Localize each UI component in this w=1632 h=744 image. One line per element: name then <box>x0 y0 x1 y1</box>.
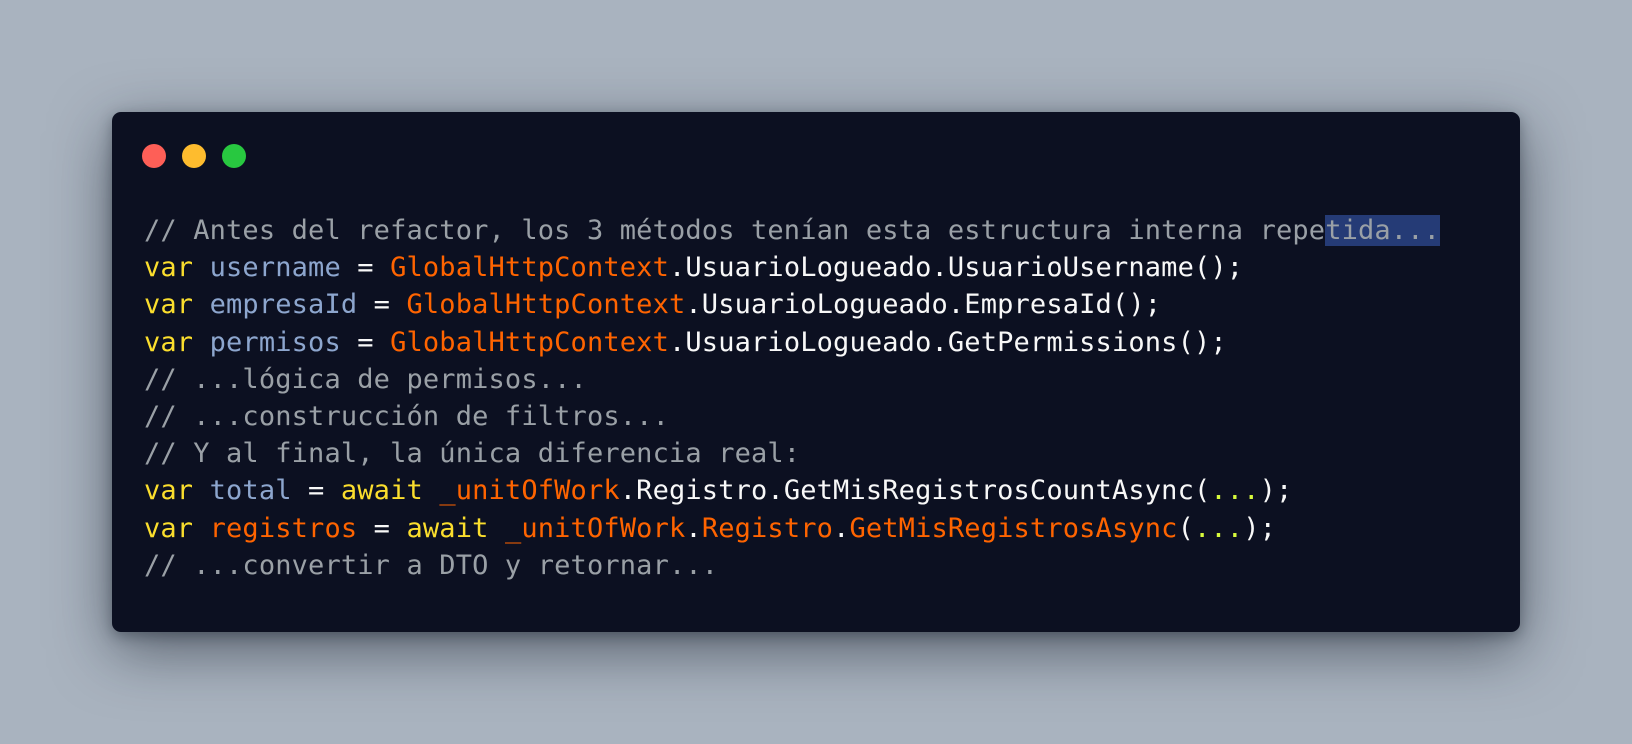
comment-text: // ...convertir a DTO y retornar... <box>144 549 719 581</box>
method-name: GetMisRegistrosAsync <box>849 512 1178 544</box>
code-line-5: // ...lógica de permisos... <box>144 361 1500 398</box>
variable-name: empresaId <box>209 289 358 321</box>
comment-text: // Y al final, la única diferencia real: <box>144 438 801 470</box>
comment-text: // ...lógica de permisos... <box>144 363 587 395</box>
keyword-var: var <box>144 289 194 321</box>
code-line-8: var total = await _unitOfWork.Registro.G… <box>144 472 1500 509</box>
keyword-var: var <box>144 512 194 544</box>
code-line-6: // ...construcción de filtros... <box>144 398 1500 435</box>
keyword-await: await <box>340 475 423 507</box>
comment-text: // Antes del refactor, los 3 métodos ten… <box>144 215 1326 246</box>
variable-name: username <box>209 252 341 284</box>
code-line-2: var username = GlobalHttpContext.Usuario… <box>144 249 1500 286</box>
comment-text: // ...construcción de filtros... <box>144 400 669 432</box>
operator: = <box>340 326 391 358</box>
member-access: .Registro.GetMisRegistrosCountAsync( <box>619 475 1211 507</box>
variable-name: total <box>209 475 292 507</box>
variable-name: permisos <box>209 326 341 358</box>
code-line-1: // Antes del refactor, los 3 métodos ten… <box>144 212 1500 249</box>
dot-punctuation: . <box>833 512 850 544</box>
class-name: GlobalHttpContext <box>406 289 686 321</box>
member-access: .UsuarioLogueado.GetPermissions(); <box>669 326 1227 358</box>
dot-punctuation: . <box>685 512 702 544</box>
statement-end: ); <box>1243 512 1277 544</box>
variable-name: registros <box>209 512 358 544</box>
member-access: .UsuarioLogueado.UsuarioUsername(); <box>669 252 1244 284</box>
selected-text[interactable]: tida... <box>1325 215 1441 246</box>
ellipsis-args: ... <box>1210 475 1260 507</box>
operator: = <box>291 475 341 507</box>
code-line-4: var permisos = GlobalHttpContext.Usuario… <box>144 324 1500 361</box>
close-button-icon[interactable] <box>142 144 166 168</box>
keyword-await: await <box>406 512 489 544</box>
code-line-9: var registros = await _unitOfWork.Regist… <box>144 510 1500 547</box>
member-access: .UsuarioLogueado.EmpresaId(); <box>685 289 1162 321</box>
property-name: Registro <box>701 512 834 544</box>
keyword-var: var <box>144 326 194 358</box>
code-line-3: var empresaId = GlobalHttpContext.Usuari… <box>144 286 1500 323</box>
open-paren: ( <box>1177 512 1194 544</box>
maximize-button-icon[interactable] <box>222 144 246 168</box>
operator: = <box>357 512 407 544</box>
minimize-button-icon[interactable] <box>182 144 206 168</box>
code-window: // Antes del refactor, los 3 métodos ten… <box>112 112 1520 632</box>
code-editor[interactable]: // Antes del refactor, los 3 métodos ten… <box>144 212 1500 584</box>
statement-end: ); <box>1259 475 1293 507</box>
ellipsis-args: ... <box>1193 512 1244 544</box>
operator: = <box>357 289 407 321</box>
code-line-10: // ...convertir a DTO y retornar... <box>144 547 1500 584</box>
code-line-7: // Y al final, la única diferencia real: <box>144 435 1500 472</box>
class-name: GlobalHttpContext <box>390 252 669 284</box>
keyword-var: var <box>144 475 194 507</box>
operator: = <box>340 252 391 284</box>
keyword-var: var <box>144 252 194 284</box>
window-controls <box>142 144 246 168</box>
field-name: _unitOfWork <box>504 512 686 544</box>
field-name: _unitOfWork <box>439 475 620 507</box>
class-name: GlobalHttpContext <box>390 326 669 358</box>
